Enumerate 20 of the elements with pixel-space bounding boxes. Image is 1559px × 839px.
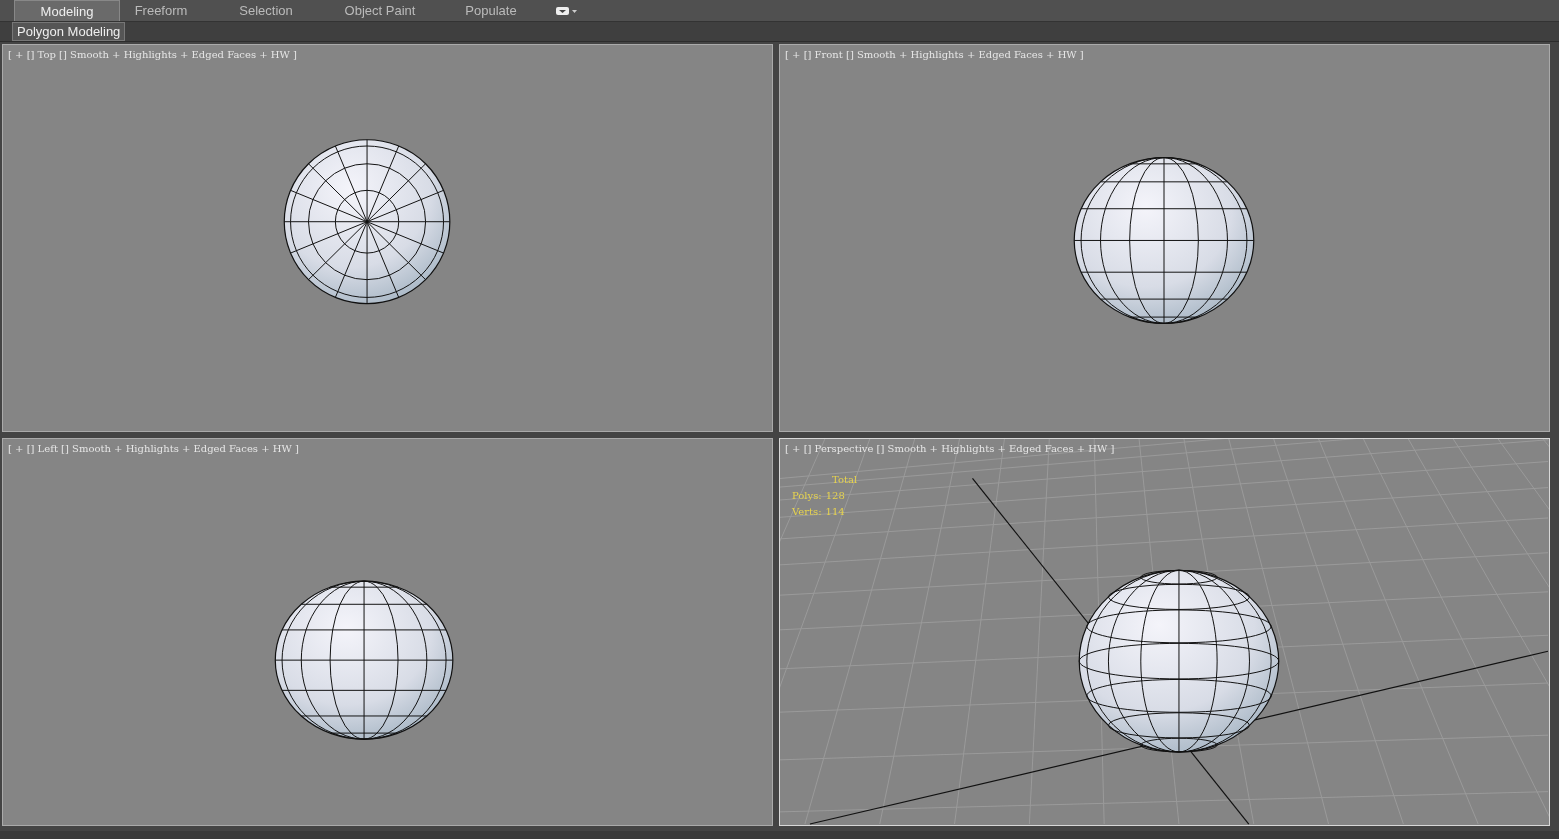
viewport-label[interactable]: [ + [] Left [] Smooth + Highlights + Edged Faces + HW ] bbox=[8, 441, 299, 456]
stats-label: Verts: bbox=[792, 505, 822, 519]
viewport-label[interactable]: [ + [] Top [] Smooth + Highlights + Edged Faces + HW ] bbox=[8, 47, 297, 62]
viewport-label[interactable]: [ + [] Perspective [] Smooth + Highlights + Edged Faces + HW ] bbox=[785, 441, 1115, 456]
stats-label: Polys: bbox=[792, 489, 822, 503]
stats-heading: Total bbox=[831, 473, 858, 487]
ribbon-tab[interactable]: Modeling bbox=[14, 0, 120, 21]
stats-value: 114 bbox=[825, 505, 845, 519]
viewport[interactable]: [ + [] Perspective [] Smooth + Highlights + Edged Faces + HW ] Total Polys: 128 Verts: 114 bbox=[779, 438, 1550, 826]
panel-label[interactable]: Polygon Modeling bbox=[12, 22, 126, 41]
stats-value: 128 bbox=[825, 489, 845, 503]
dropdown-icon bbox=[556, 6, 578, 16]
viewport[interactable]: [ + [] Top [] Smooth + Highlights + Edged Faces + HW ] bbox=[2, 44, 773, 432]
ribbon-tab[interactable]: Populate bbox=[430, 0, 552, 21]
ribbon-tab[interactable]: Selection bbox=[202, 0, 330, 21]
ribbon-tab[interactable]: Freeform bbox=[120, 0, 202, 21]
viewport[interactable]: [ + [] Left [] Smooth + Highlights + Edged Faces + HW ] bbox=[2, 438, 773, 826]
viewport[interactable]: [ + [] Front [] Smooth + Highlights + Edged Faces + HW ] bbox=[779, 44, 1550, 432]
viewport-label[interactable]: [ + [] Front [] Smooth + Highlights + Edged Faces + HW ] bbox=[785, 47, 1084, 62]
ribbon-tab[interactable]: Object Paint bbox=[330, 0, 430, 21]
